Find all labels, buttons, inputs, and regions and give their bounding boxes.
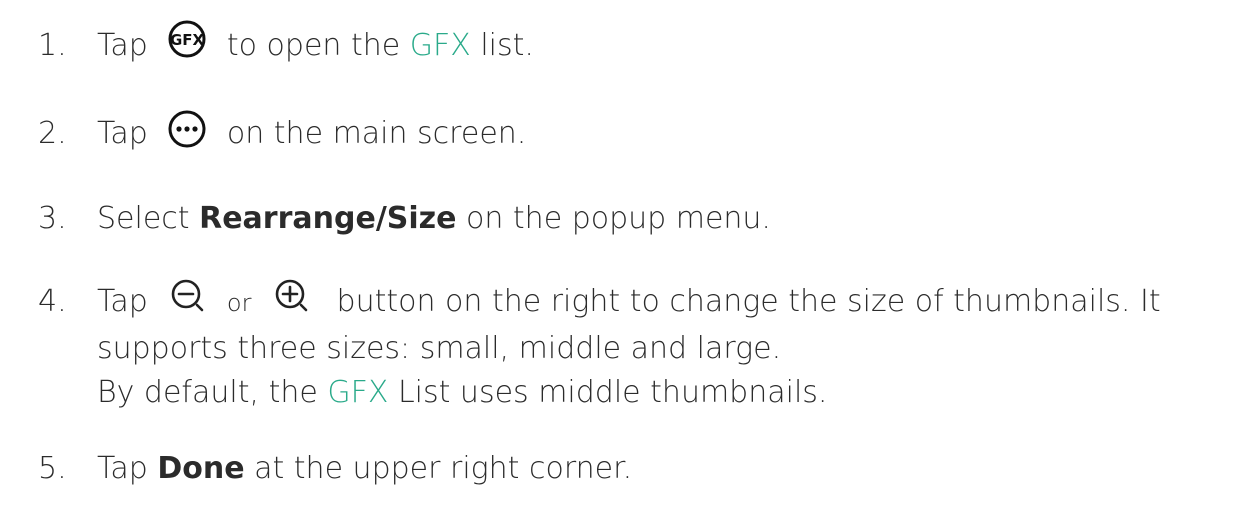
instruction-list: 1. Tap GFX to open the GFX list. 2. Tap on… xyxy=(0,0,1255,518)
step-number: 4. xyxy=(38,284,67,319)
step-number: 1. xyxy=(38,28,67,63)
rearrange-size-label: Rearrange/Size xyxy=(199,201,457,236)
done-label: Done xyxy=(157,451,245,486)
step-text-pre: Select xyxy=(97,201,190,236)
more-options-icon xyxy=(167,109,207,149)
step-text-pre: Tap xyxy=(97,451,148,486)
step-4-line-3: By default, the GFX List uses middle thu… xyxy=(97,371,827,415)
step-number: 5. xyxy=(38,451,67,486)
step-text-post: at the upper right corner. xyxy=(254,451,633,486)
step-number: 3. xyxy=(38,201,67,236)
step-text-pre: Tap xyxy=(97,28,148,63)
zoom-in-icon xyxy=(273,278,313,316)
step-4: 4. Tap or button on the right to change t… xyxy=(38,278,1161,325)
step-1: 1. Tap GFX to open the GFX list. xyxy=(38,20,534,68)
step-3: 3. Select Rearrange/Size on the popup men… xyxy=(38,197,771,241)
step-number: 2. xyxy=(38,116,67,151)
step-text-line3-post: List uses middle thumbnails. xyxy=(397,375,828,410)
gfx-icon: GFX xyxy=(167,19,207,59)
step-text-pre: Tap xyxy=(97,284,148,319)
zoom-out-icon xyxy=(169,278,209,316)
gfx-link-text: GFX xyxy=(327,375,389,410)
step-4-line-2: supports three sizes: small, middle and … xyxy=(97,327,781,371)
step-text-post: button on the right to change the size o… xyxy=(336,284,1161,319)
step-text-line2: supports three sizes: small, middle and … xyxy=(97,331,782,366)
step-5: 5. Tap Done at the upper right corner. xyxy=(38,447,632,491)
gfx-icon-label: GFX xyxy=(170,31,205,49)
step-text-post: on the main screen. xyxy=(226,116,527,151)
step-text-line3-pre: By default, the xyxy=(97,375,318,410)
step-text-pre: Tap xyxy=(97,116,148,151)
step-text-post: on the popup menu. xyxy=(466,201,771,236)
gfx-link-text: GFX xyxy=(409,28,471,63)
step-2: 2. Tap on the main screen. xyxy=(38,109,527,156)
step-text-mid: or xyxy=(226,289,252,317)
step-text-post: to open the xyxy=(226,28,401,63)
step-text-end: list. xyxy=(480,28,534,63)
